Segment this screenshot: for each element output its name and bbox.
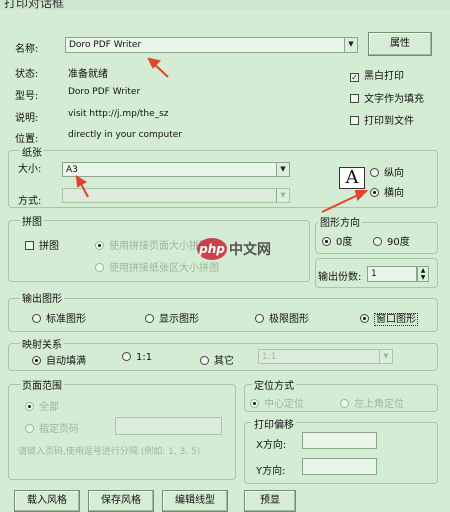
annotation-arrowhead-landscape bbox=[354, 190, 369, 201]
annotation-arrows bbox=[75, 57, 369, 213]
annotation-arrow-landscape bbox=[321, 193, 361, 213]
annotation-arrowhead-printer bbox=[147, 57, 162, 69]
annotation-arrowhead-paper-size bbox=[75, 175, 87, 188]
